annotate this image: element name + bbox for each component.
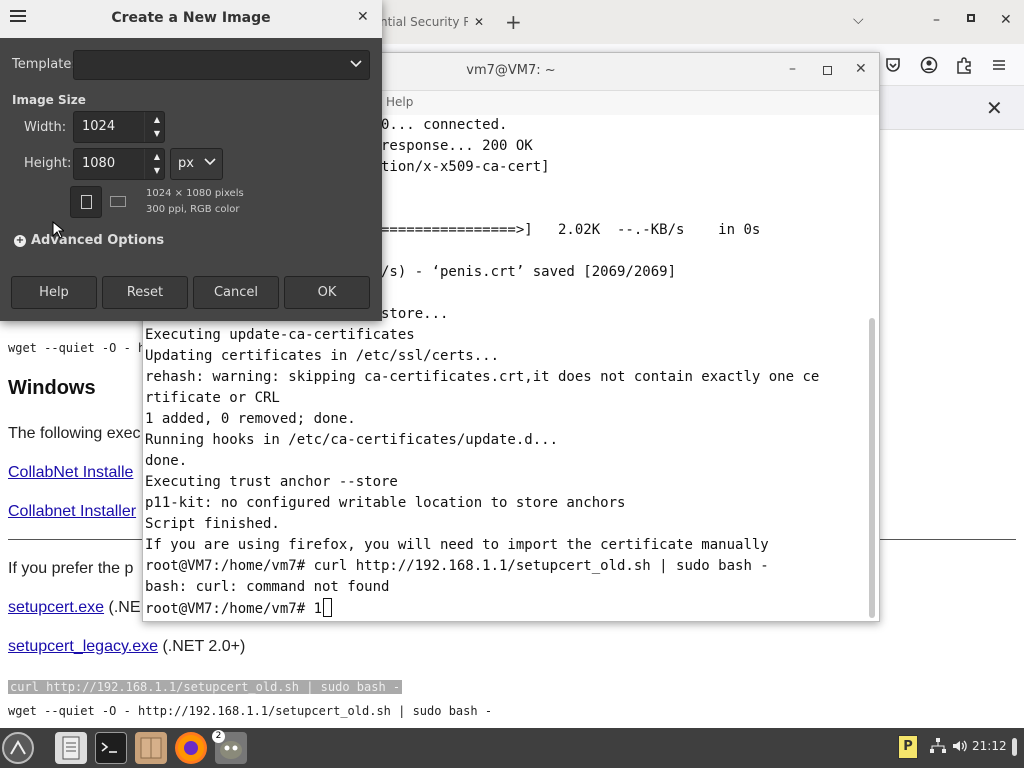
reset-button[interactable]: Reset	[102, 276, 188, 309]
show-desktop-icon[interactable]	[1012, 738, 1017, 756]
terminal-line: bash: curl: command not found	[145, 579, 390, 595]
section-heading: Windows	[8, 377, 96, 399]
terminal-line: rtificate or CRL	[145, 390, 280, 406]
decrement-icon[interactable]: ▼	[154, 129, 160, 138]
network-icon[interactable]	[929, 737, 947, 759]
unit-value: px	[178, 156, 194, 171]
image-size-heading: Image Size	[12, 93, 86, 107]
width-field[interactable]: 1024 ▲ ▼	[73, 111, 165, 143]
terminal-line: p11-kit: no configured writable location…	[145, 495, 626, 511]
chevron-down-icon	[349, 56, 363, 74]
terminal-line: rehash: warning: skipping ca-certificate…	[145, 369, 820, 385]
terminal-scrollbar[interactable]	[869, 318, 875, 618]
menu-help[interactable]: Help	[386, 95, 413, 109]
firefox-icon[interactable]	[175, 732, 207, 764]
terminal-line: Running hooks in /etc/ca-certificates/up…	[145, 432, 559, 448]
minimize-icon[interactable]: –	[789, 61, 796, 77]
cancel-button[interactable]: Cancel	[193, 276, 279, 309]
link-text[interactable]: CollabNet Installe	[8, 464, 133, 481]
create-new-image-dialog: Create a New Image ✕ Template: Image Siz…	[0, 0, 382, 321]
collabnet-link[interactable]: Collabnet Installer	[8, 503, 136, 521]
clock[interactable]: 21:12	[972, 739, 1007, 753]
setupcert-link[interactable]: setupcert.exe	[8, 599, 104, 616]
close-icon[interactable]: ✕	[474, 15, 484, 29]
collabnet-link[interactable]: CollabNet Installe	[8, 464, 133, 482]
close-icon[interactable]: ✕	[986, 96, 1003, 120]
terminal-line: Script finished.	[145, 516, 280, 532]
image-resolution-info: 300 ppi, RGB color	[146, 204, 240, 215]
setupcert-item: setupcert.exe (.NE	[8, 599, 141, 617]
increment-icon[interactable]: ▲	[154, 115, 160, 124]
decrement-icon[interactable]: ▼	[154, 166, 160, 175]
terminal-line: If you are using firefox, you will need …	[145, 537, 769, 553]
template-label: Template:	[12, 57, 76, 72]
chevron-down-icon[interactable]: ⌵	[853, 12, 864, 28]
portrait-icon	[81, 195, 92, 209]
terminal-line: Executing update-ca-certificates	[145, 327, 415, 343]
paragraph-text: If you prefer the p	[8, 560, 134, 577]
setupcert-legacy-suffix: (.NET 2.0+)	[158, 638, 246, 655]
link-text[interactable]: Collabnet Installer	[8, 503, 136, 520]
help-button[interactable]: Help	[11, 276, 97, 309]
setupcert-suffix: (.NE	[104, 599, 141, 616]
paragraph-text: The following exec	[8, 425, 141, 442]
advanced-options-toggle[interactable]: Advanced Options	[31, 233, 164, 248]
dialog-titlebar[interactable]: Create a New Image ✕	[0, 0, 382, 38]
terminal-icon[interactable]	[95, 732, 127, 764]
clipboard-icon[interactable]: P	[898, 735, 918, 759]
increment-icon[interactable]: ▲	[154, 152, 160, 161]
terminal-prompt-line[interactable]: root@VM7:/home/vm7# 1	[145, 598, 333, 619]
browser-tab-label: ntial Security R	[380, 15, 468, 29]
text-cursor	[323, 598, 333, 617]
maximize-icon[interactable]	[823, 66, 832, 75]
height-label: Height:	[24, 156, 72, 171]
close-icon[interactable]: ✕	[855, 61, 867, 77]
ok-button[interactable]: OK	[284, 276, 370, 309]
expand-icon[interactable]: +	[14, 235, 26, 247]
hamburger-menu-icon[interactable]	[990, 56, 1008, 74]
chevron-down-icon	[204, 155, 216, 170]
extensions-icon[interactable]	[955, 56, 973, 74]
account-icon[interactable]	[920, 56, 938, 74]
highlighted-command[interactable]: curl http://192.168.1.1/setupcert_old.sh…	[8, 680, 403, 694]
width-value: 1024	[82, 119, 116, 134]
taskbar: 2 P 21:12	[0, 728, 1024, 768]
app-menu-icon[interactable]	[2, 732, 34, 764]
maximize-icon[interactable]	[967, 14, 975, 22]
portrait-orientation-button[interactable]	[70, 186, 102, 218]
landscape-orientation-icon[interactable]	[110, 196, 126, 207]
terminal-line: root@VM7:/home/vm7# curl http://192.168.…	[145, 558, 769, 574]
terminal-line: 1 added, 0 removed; done.	[145, 411, 356, 427]
height-field[interactable]: 1080 ▲ ▼	[73, 148, 165, 180]
code-line[interactable]: wget --quiet -O - http://192.168.1.1/set…	[8, 704, 492, 718]
terminal-line: Executing trust anchor --store	[145, 474, 398, 490]
pocket-icon[interactable]	[884, 56, 902, 74]
close-icon[interactable]: ✕	[357, 9, 369, 25]
unit-select[interactable]: px	[170, 148, 223, 180]
image-pixels-info: 1024 × 1080 pixels	[146, 188, 244, 199]
close-icon[interactable]: ✕	[1000, 12, 1012, 28]
archive-manager-icon[interactable]	[135, 732, 167, 764]
setupcert-legacy-link[interactable]: setupcert_legacy.exe	[8, 638, 158, 655]
dialog-title: Create a New Image	[111, 10, 271, 26]
window-count-badge: 2	[212, 730, 225, 743]
volume-icon[interactable]	[951, 737, 969, 759]
browser-tab[interactable]: ntial Security R ✕	[380, 4, 490, 40]
terminal-line: done.	[145, 453, 188, 469]
terminal-line: Updating certificates in /etc/ssl/certs.…	[145, 348, 500, 364]
mouse-cursor-icon	[52, 221, 64, 239]
code-line: wget --quiet -O - h	[8, 341, 146, 355]
new-tab-icon[interactable]: +	[505, 10, 522, 34]
minimize-icon[interactable]: –	[933, 12, 940, 28]
height-value: 1080	[82, 156, 116, 171]
template-select[interactable]	[73, 50, 370, 80]
setupcert-legacy-item: setupcert_legacy.exe (.NET 2.0+)	[8, 638, 245, 656]
file-manager-icon[interactable]	[55, 732, 87, 764]
terminal-prompt: root@VM7:/home/vm7# 1	[145, 601, 323, 617]
width-label: Width:	[24, 120, 67, 135]
